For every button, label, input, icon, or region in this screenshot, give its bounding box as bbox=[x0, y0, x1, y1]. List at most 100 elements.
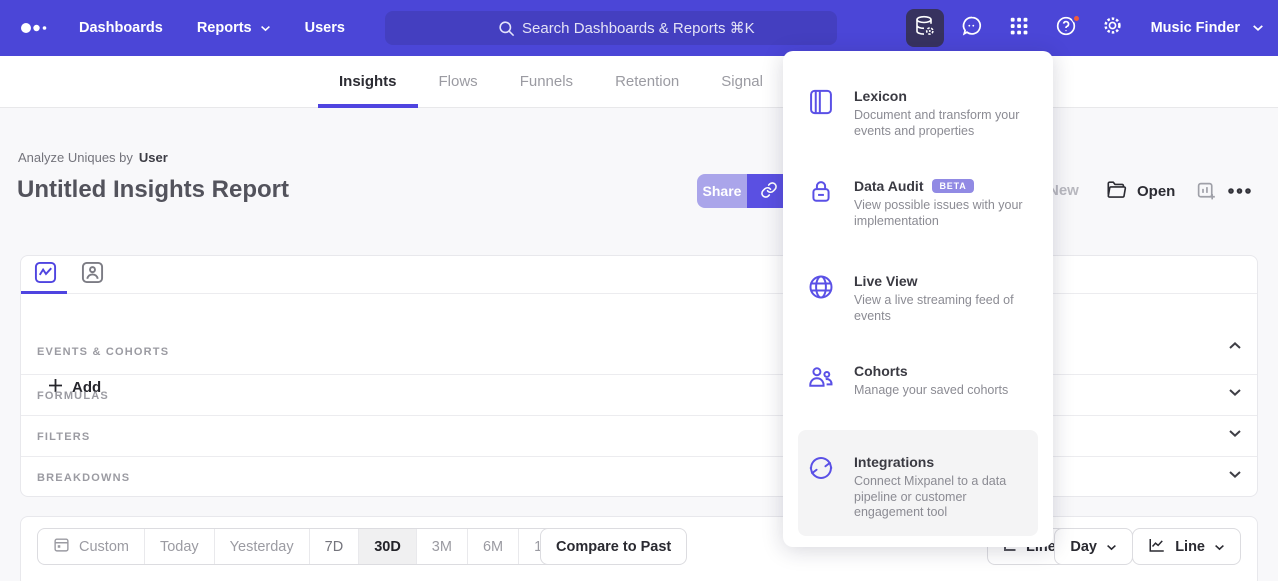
range-6m[interactable]: 6M bbox=[467, 529, 518, 564]
apps-grid-button[interactable] bbox=[1000, 9, 1038, 47]
messages-button[interactable] bbox=[953, 9, 991, 47]
builder-mode-tabs bbox=[21, 256, 1257, 294]
tab-flows[interactable]: Flows bbox=[418, 56, 499, 108]
globe-icon bbox=[807, 273, 835, 301]
range-label: 6M bbox=[483, 539, 503, 555]
chevron-up-icon[interactable] bbox=[1228, 341, 1242, 350]
chart-type-dropdown-button[interactable]: Line bbox=[1132, 528, 1241, 565]
range-7d[interactable]: 7D bbox=[309, 529, 359, 564]
mixpanel-app: EVENTS & COHORTS Add FORMULAS FILTERS BR… bbox=[0, 0, 1278, 581]
range-label: Today bbox=[160, 539, 199, 555]
menu-item-description: View possible issues with your implement… bbox=[854, 198, 1029, 229]
page-title[interactable]: Untitled Insights Report bbox=[17, 176, 289, 204]
chevron-down-icon[interactable] bbox=[1228, 388, 1242, 397]
menu-item-description: Manage your saved cohorts bbox=[854, 383, 1029, 399]
range-3m[interactable]: 3M bbox=[416, 529, 467, 564]
tab-retention[interactable]: Retention bbox=[594, 56, 700, 108]
chevron-down-icon bbox=[1106, 539, 1117, 555]
menu-item-description: Document and transform your events and p… bbox=[854, 108, 1029, 139]
chevron-down-icon[interactable] bbox=[1228, 429, 1242, 438]
calendar-icon bbox=[53, 536, 70, 557]
nav-users[interactable]: Users bbox=[305, 20, 345, 36]
report-tabbar: Insights Flows Funnels Retention Signal … bbox=[0, 56, 1278, 108]
project-switcher[interactable]: Music Finder bbox=[1151, 20, 1264, 36]
notification-dot bbox=[1072, 14, 1081, 23]
range-today[interactable]: Today bbox=[144, 529, 214, 564]
nav-label: Dashboards bbox=[79, 20, 163, 36]
breakdowns-label: BREAKDOWNS bbox=[37, 472, 130, 484]
lexicon-book-icon bbox=[807, 88, 835, 116]
tab-insights[interactable]: Insights bbox=[318, 56, 418, 108]
topbar-actions: Music Finder bbox=[906, 0, 1264, 56]
range-label: Custom bbox=[79, 539, 129, 555]
share-button[interactable]: Share bbox=[697, 174, 747, 208]
eyebrow-prefix: Analyze Uniques by bbox=[18, 150, 133, 165]
menu-item-title: Data Audit bbox=[854, 178, 923, 194]
eyebrow-value[interactable]: User bbox=[139, 150, 168, 165]
menu-item-cohorts[interactable]: Cohorts Manage your saved cohorts bbox=[807, 362, 1035, 399]
section-filters[interactable]: FILTERS bbox=[21, 415, 1257, 456]
gear-icon bbox=[1101, 14, 1124, 42]
chevron-down-icon bbox=[1252, 20, 1264, 36]
chart-toolbar-panel: Custom Today Yesterday 7D 30D 3M 6M 12M … bbox=[20, 516, 1258, 581]
primary-nav: Dashboards Reports Users bbox=[79, 0, 345, 56]
grid-icon bbox=[1008, 15, 1030, 42]
chevron-down-icon bbox=[260, 20, 271, 36]
speech-bubble-icon bbox=[960, 14, 984, 43]
nav-dashboards[interactable]: Dashboards bbox=[79, 20, 163, 36]
data-management-button[interactable] bbox=[906, 9, 944, 47]
global-topbar: Dashboards Reports Users bbox=[0, 0, 1278, 56]
range-label: 7D bbox=[325, 539, 344, 555]
open-report-button[interactable]: Open bbox=[1106, 174, 1175, 208]
tab-events-mode[interactable] bbox=[32, 262, 58, 288]
nav-reports[interactable]: Reports bbox=[197, 20, 271, 36]
range-custom[interactable]: Custom bbox=[38, 529, 144, 564]
add-to-dashboard-icon[interactable] bbox=[1196, 181, 1217, 207]
compare-label: Compare to Past bbox=[556, 539, 671, 555]
more-options-button[interactable] bbox=[1227, 174, 1252, 208]
open-label: Open bbox=[1137, 183, 1175, 200]
data-management-menu: Lexicon Document and transform your even… bbox=[783, 51, 1053, 547]
date-range-control: Custom Today Yesterday 7D 30D 3M 6M 12M bbox=[37, 528, 578, 565]
range-30d-active[interactable]: 30D bbox=[358, 529, 416, 564]
query-builder-panel: EVENTS & COHORTS Add FORMULAS FILTERS BR… bbox=[20, 255, 1258, 497]
help-button[interactable] bbox=[1047, 9, 1085, 47]
tab-funnels[interactable]: Funnels bbox=[499, 56, 594, 108]
menu-item-lexicon[interactable]: Lexicon Document and transform your even… bbox=[807, 87, 1035, 139]
section-formulas[interactable]: FORMULAS bbox=[21, 374, 1257, 415]
menu-item-description: View a live streaming feed of events bbox=[854, 293, 1029, 324]
database-gear-icon bbox=[913, 14, 937, 43]
chevron-down-icon[interactable] bbox=[1228, 470, 1242, 479]
range-yesterday[interactable]: Yesterday bbox=[214, 529, 309, 564]
menu-item-data-audit[interactable]: Data Audit BETA View possible issues with… bbox=[807, 177, 1035, 229]
beta-badge: BETA bbox=[932, 179, 973, 193]
tab-signal[interactable]: Signal bbox=[700, 56, 784, 108]
global-search[interactable] bbox=[385, 11, 837, 45]
nav-label: Users bbox=[305, 20, 345, 36]
settings-button[interactable] bbox=[1094, 9, 1132, 47]
tab-profiles-mode[interactable] bbox=[79, 262, 105, 288]
chevron-down-icon bbox=[1214, 539, 1225, 555]
link-icon bbox=[760, 181, 778, 202]
section-breakdowns[interactable]: BREAKDOWNS bbox=[21, 456, 1257, 497]
line-chart-icon bbox=[1148, 536, 1166, 558]
menu-item-title: Lexicon bbox=[854, 88, 907, 104]
menu-item-integrations[interactable]: Integrations Connect Mixpanel to a data … bbox=[807, 453, 1035, 521]
sync-arrows-icon bbox=[807, 454, 835, 482]
nav-label: Reports bbox=[197, 20, 252, 36]
formulas-label: FORMULAS bbox=[37, 390, 109, 402]
mixpanel-logo[interactable] bbox=[20, 21, 54, 35]
menu-item-live-view[interactable]: Live View View a live streaming feed of … bbox=[807, 272, 1035, 324]
range-label: 30D bbox=[374, 539, 401, 555]
menu-item-title: Live View bbox=[854, 273, 918, 289]
compare-to-past-button[interactable]: Compare to Past bbox=[540, 528, 687, 565]
search-input[interactable] bbox=[385, 11, 837, 45]
cohorts-people-icon bbox=[807, 363, 835, 391]
section-events-cohorts: EVENTS & COHORTS bbox=[37, 346, 169, 358]
range-label: Yesterday bbox=[230, 539, 294, 555]
ellipsis-icon bbox=[1227, 182, 1252, 200]
menu-item-title: Integrations bbox=[854, 454, 934, 470]
analysis-summary: Analyze Uniques by User bbox=[18, 150, 168, 165]
share-button-group: Share bbox=[697, 174, 791, 208]
interval-dropdown-button[interactable]: Day bbox=[1054, 528, 1133, 565]
